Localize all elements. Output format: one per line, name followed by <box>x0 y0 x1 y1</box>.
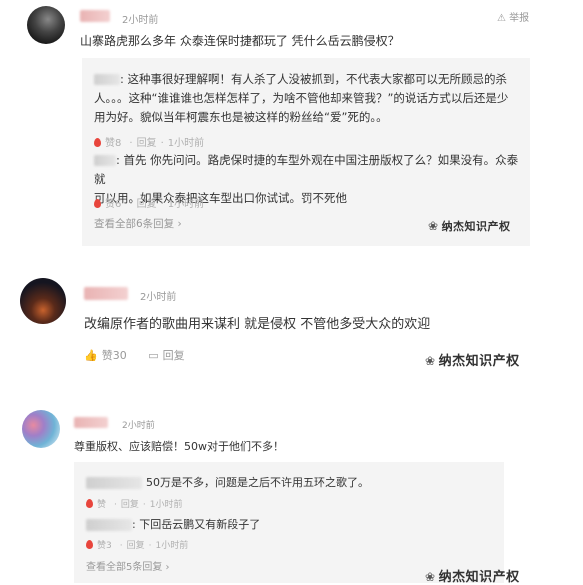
wechat-icon: ❀ <box>425 354 436 368</box>
avatar[interactable] <box>20 278 66 324</box>
reply-text: 50万是不多，问题是之后不许用五环之歌了。 <box>146 476 369 489</box>
reply-button[interactable]: 回复 <box>127 541 145 551</box>
like-button[interactable]: 赞3 <box>86 540 116 551</box>
reply-text-line3: 用为好。貌似当年柯震东也是被这样的粉丝给“爱”死的。。 <box>94 110 388 124</box>
avatar[interactable] <box>22 410 60 448</box>
like-button[interactable]: 赞8 <box>94 138 125 149</box>
comment-meta: 👍 赞30 ▭ 回复 <box>84 347 193 363</box>
username[interactable] <box>84 287 128 300</box>
reply-button[interactable]: 回复 <box>137 138 157 149</box>
like-button[interactable]: 👍 赞30 <box>84 349 131 362</box>
flame-icon <box>86 540 93 549</box>
reply-2: : 下回岳云鹏又有新段子了 <box>86 516 260 532</box>
flame-icon <box>86 499 93 508</box>
like-button[interactable]: 赞6 <box>94 199 125 210</box>
comment-text: 尊重版权、应该赔偿！50w对于他们不多！ <box>74 440 284 453</box>
see-all-replies-link[interactable]: 查看全部5条回复 › <box>86 558 170 573</box>
report-button[interactable]: ⚠ 举报 <box>497 9 529 24</box>
avatar[interactable] <box>27 6 65 44</box>
reply-text-line2: 人。。。这种“谁谁谁也怎样怎样了，为啥不管他却来管我？”的说话方式以后还是少 <box>94 91 509 105</box>
reply-time: 1小时前 <box>149 500 183 510</box>
reply-time: 1小时前 <box>167 199 205 210</box>
reply-meta: 赞3 · 回复 · 1小时前 <box>86 538 192 551</box>
reply-username[interactable] <box>94 155 116 166</box>
reply-time: 1小时前 <box>155 541 189 551</box>
wechat-icon: ❀ <box>425 570 436 584</box>
reply-time: 1小时前 <box>167 138 205 149</box>
watermark: ❀ 纳杰知识产权 <box>425 570 520 585</box>
report-icon: ⚠ <box>497 13 506 24</box>
reply-meta: 赞6 · 回复 · 1小时前 <box>94 195 208 210</box>
thumb-up-icon: 👍 <box>84 349 98 362</box>
username[interactable] <box>80 10 110 22</box>
watermark: ❀ 纳杰知识产权 <box>425 354 520 369</box>
see-all-replies-link[interactable]: 查看全部6条回复 › <box>94 216 182 231</box>
flame-icon <box>94 138 101 147</box>
comment-time: 2小时前 <box>140 292 177 303</box>
comment-text: 山寨路虎那么多年 众泰连保时捷都玩了 凭什么岳云鹏侵权？ <box>80 34 400 48</box>
comment-time: 2小时前 <box>122 15 159 26</box>
reply-1: 50万是不多，问题是之后不许用五环之歌了。 <box>86 474 369 490</box>
report-label: 举报 <box>509 13 530 24</box>
comment-text: 改编原作者的歌曲用来谋利 就是侵权 不管他多受大众的欢迎 <box>84 317 431 332</box>
like-button[interactable]: 赞 <box>86 499 110 510</box>
reply-button[interactable]: 回复 <box>121 500 139 510</box>
watermark: ❀ 纳杰知识产权 <box>428 219 511 233</box>
reply-button[interactable]: ▭ 回复 <box>148 349 188 362</box>
reply-username[interactable] <box>94 74 120 85</box>
reply-username[interactable] <box>86 519 132 531</box>
reply-text: : 下回岳云鹏又有新段子了 <box>132 518 261 531</box>
reply-text-line1: : 首先 你先问问。路虎保时捷的车型外观在中国注册版权了么？如果没有。众泰就 <box>94 153 519 186</box>
wechat-icon: ❀ <box>428 219 439 233</box>
reply-1: : 这种事很好理解啊！有人杀了人没被抓到，不代表大家都可以无所顾忌的杀 人。。。… <box>94 70 524 127</box>
reply-meta: 赞8 · 回复 · 1小时前 <box>94 134 208 149</box>
reply-username[interactable] <box>86 477 142 489</box>
comment-icon: ▭ <box>148 349 159 362</box>
comment-time: 2小时前 <box>122 421 155 431</box>
reply-meta: 赞 · 回复 · 1小时前 <box>86 497 187 510</box>
reply-button[interactable]: 回复 <box>137 199 157 210</box>
username[interactable] <box>74 417 108 428</box>
flame-icon <box>94 199 101 208</box>
reply-text-line1: : 这种事很好理解啊！有人杀了人没被抓到，不代表大家都可以无所顾忌的杀 <box>120 72 508 86</box>
